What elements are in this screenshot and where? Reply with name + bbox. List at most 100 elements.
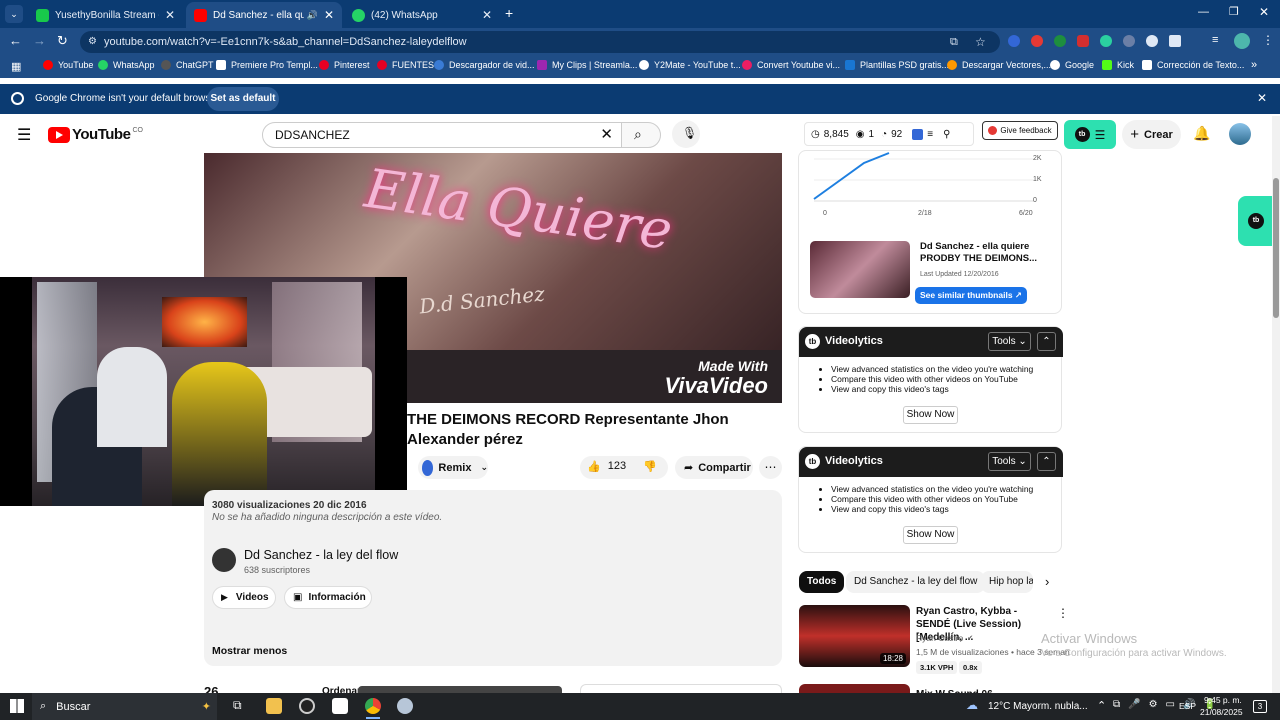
task-view-icon[interactable]: ⧉	[233, 698, 242, 713]
tab-search-button[interactable]: ⌄	[5, 5, 23, 23]
capcut-icon[interactable]	[332, 698, 348, 714]
file-explorer-icon[interactable]	[266, 698, 282, 714]
bookmark[interactable]: Y2Mate - YouTube t...	[639, 60, 741, 70]
extension-icon[interactable]	[1123, 35, 1135, 47]
clock-date[interactable]: 21/08/2025	[1200, 707, 1243, 717]
collapse-button[interactable]: ⌃	[1037, 452, 1056, 471]
tray-chevron-icon[interactable]: ⌃	[1097, 699, 1106, 712]
bookmark[interactable]: Premiere Pro Templ...	[216, 60, 318, 70]
more-icon[interactable]: ⋮	[1057, 606, 1069, 620]
more-bookmarks-icon[interactable]: »	[1251, 59, 1257, 71]
address-bar[interactable]: ⚙ youtube.com/watch?v=-Ee1cnn7k-s&ab_cha…	[80, 31, 1000, 53]
minimize-button[interactable]: —	[1198, 6, 1209, 18]
language-indicator[interactable]: ESP	[1179, 701, 1196, 711]
extension-icon[interactable]	[1054, 35, 1066, 47]
bookmark[interactable]: Descargador de vid...	[434, 60, 535, 70]
chip-channel[interactable]: Dd Sanchez - la ley del flow	[846, 571, 986, 593]
profile-avatar[interactable]	[1234, 33, 1250, 49]
give-feedback-button[interactable]: Give feedback	[982, 121, 1058, 140]
new-tab-button[interactable]: +	[505, 5, 513, 21]
back-button[interactable]: ←	[9, 33, 22, 48]
close-icon[interactable]: ✕	[482, 8, 492, 22]
vidiq-stats-bar[interactable]: ◷ 8,845 ◉ 1 ◔ 92 ≡ ⚲	[804, 122, 974, 146]
extension-icon[interactable]	[1077, 35, 1089, 47]
bookmark[interactable]: Corrección de Texto...	[1142, 60, 1244, 70]
thumbs-down-icon[interactable]: 👎	[643, 460, 657, 473]
tubebuddy-side-tab[interactable]: tb	[1238, 196, 1272, 246]
youtube-logo[interactable]: YouTube CO	[48, 126, 143, 143]
chip-all[interactable]: Todos	[799, 571, 845, 593]
videos-button[interactable]: ▶ Videos	[212, 586, 276, 609]
reload-button[interactable]: ↻	[57, 33, 68, 49]
tools-dropdown[interactable]: Tools ⌄	[988, 332, 1031, 351]
scrollbar-thumb[interactable]	[1273, 178, 1279, 318]
taskbar-search[interactable]: ⌕ Buscar ✦	[32, 693, 217, 720]
extension-icon[interactable]	[1100, 35, 1112, 47]
like-button[interactable]: 👍 123	[587, 460, 626, 473]
bookmark[interactable]: Descargar Vectores,...	[947, 60, 1051, 70]
chip-hiphop[interactable]: Hip hop la	[981, 571, 1033, 593]
window-close-button[interactable]: ✕	[1259, 5, 1269, 19]
tools-dropdown[interactable]: Tools ⌄	[988, 452, 1031, 471]
channel-name[interactable]: Dd Sanchez - la ley del flow	[244, 548, 398, 562]
see-similar-thumbnails-button[interactable]: See similar thumbnails ↗	[915, 287, 1027, 304]
weather-text[interactable]: 12°C Mayorm. nubla...	[988, 701, 1088, 712]
bookmark[interactable]: My Clips | Streamla...	[537, 60, 637, 70]
description-box[interactable]: 3080 visualizaciones 20 dic 2016 No se h…	[204, 490, 782, 666]
hamburger-menu-icon[interactable]: ☰	[17, 125, 31, 145]
speaker-icon[interactable]: 🔊	[307, 10, 318, 21]
recommended-thumbnail[interactable]: 18:28	[799, 605, 910, 667]
windows-start-icon[interactable]	[10, 699, 24, 713]
voice-search-button[interactable]: 🎙	[672, 120, 700, 148]
bookmark[interactable]: Google	[1050, 60, 1094, 70]
similar-title[interactable]: Dd Sanchez - ella quiere PRODBY THE DEIM…	[920, 241, 1055, 265]
reading-list-icon[interactable]: ≡	[1212, 34, 1218, 46]
tab-whatsapp[interactable]: (42) WhatsApp ✕	[344, 2, 500, 28]
next-recommended-thumbnail[interactable]	[799, 684, 910, 693]
notification-badge[interactable]: 3	[1253, 700, 1267, 713]
similar-thumbnail[interactable]	[810, 241, 910, 298]
close-icon[interactable]: ✕	[324, 8, 334, 22]
create-button[interactable]: + Crear	[1122, 120, 1181, 149]
extension-icon[interactable]	[1008, 35, 1020, 47]
show-now-button[interactable]: Show Now	[903, 406, 958, 424]
restore-button[interactable]: ❐	[1229, 5, 1239, 18]
obs-icon[interactable]	[299, 698, 315, 714]
bookmark[interactable]: WhatsApp	[98, 60, 155, 70]
bookmark[interactable]: Pinterest	[319, 60, 370, 70]
tab-stream[interactable]: YusethyBonilla Stream - Watch ✕	[28, 2, 183, 28]
bookmark[interactable]: Convert Youtube vi...	[742, 60, 840, 70]
show-less-button[interactable]: Mostrar menos	[212, 645, 287, 657]
bookmark[interactable]: Plantillas PSD gratis...	[845, 60, 949, 70]
set-default-button[interactable]: Set as default	[207, 87, 279, 111]
tab-youtube[interactable]: Dd Sanchez - ella quiere PR 🔊 ✕	[186, 2, 342, 28]
account-avatar[interactable]	[1229, 123, 1251, 145]
close-icon[interactable]: ✕	[165, 8, 175, 22]
puzzle-icon[interactable]	[1169, 35, 1181, 47]
extension-icon[interactable]	[1146, 35, 1158, 47]
menu-icon[interactable]: ⋮	[1262, 33, 1274, 47]
search-button[interactable]: ⌕	[621, 122, 661, 148]
bookmark[interactable]: YouTube	[43, 60, 93, 70]
bookmark[interactable]: ChatGPT	[161, 60, 214, 70]
remix-button[interactable]: Remix ⌄	[418, 456, 488, 479]
show-now-button[interactable]: Show Now	[903, 526, 958, 544]
collapse-button[interactable]: ⌃	[1037, 332, 1056, 351]
chrome-icon[interactable]	[365, 698, 381, 714]
site-info-icon[interactable]: ⚙	[88, 31, 97, 53]
share-button[interactable]: ➦ Compartir	[675, 456, 753, 479]
chevron-right-icon[interactable]: ›	[1045, 574, 1049, 589]
channel-avatar[interactable]	[212, 548, 236, 572]
bookmark[interactable]: FUENTES	[377, 60, 434, 70]
clear-search-icon[interactable]: ✕	[600, 123, 613, 147]
tubebuddy-menu-button[interactable]: tb ☰	[1064, 120, 1116, 149]
bookmark-star-icon[interactable]: ☆	[975, 31, 986, 53]
bell-icon[interactable]: 🔔	[1193, 125, 1210, 142]
forward-button[interactable]: →	[33, 33, 46, 48]
extension-icon[interactable]	[1031, 35, 1043, 47]
clock-time[interactable]: 9:45 p. m.	[1204, 695, 1242, 705]
bookmark[interactable]: Kick	[1102, 60, 1134, 70]
apps-icon[interactable]: ▦	[11, 60, 21, 73]
more-actions-button[interactable]: ⋯	[759, 456, 782, 479]
info-button[interactable]: ▣ Información	[284, 586, 372, 609]
